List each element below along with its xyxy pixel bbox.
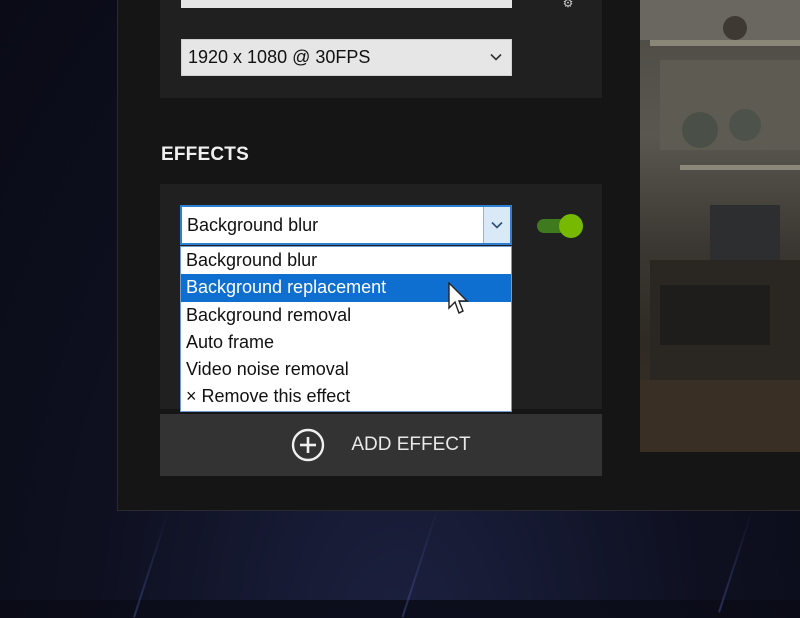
add-effect-label: ADD EFFECT (351, 434, 471, 455)
dropdown-option-background-blur[interactable]: Background blur (181, 247, 511, 274)
dropdown-button[interactable] (483, 207, 510, 243)
background-streak (401, 502, 441, 618)
dropdown-option-video-noise-removal[interactable]: Video noise removal (181, 356, 511, 383)
camera-preview (640, 0, 800, 452)
add-effect-button[interactable]: ADD EFFECT (160, 414, 602, 476)
effect-toggle[interactable] (537, 214, 585, 238)
toggle-knob (559, 214, 583, 238)
chevron-down-icon (490, 53, 502, 61)
dropdown-option-remove-effect[interactable]: × Remove this effect (181, 383, 511, 410)
effect-dropdown-list: Background blur Background replacement B… (180, 246, 512, 412)
background-streak (133, 512, 169, 618)
effects-heading: EFFECTS (161, 144, 249, 165)
camera-preview-image (640, 0, 800, 452)
resolution-value: 1920 x 1080 @ 30FPS (188, 47, 371, 67)
device-select[interactable] (181, 0, 512, 8)
dropdown-option-auto-frame[interactable]: Auto frame (181, 329, 511, 356)
gear-icon[interactable]: ⚙ (560, 0, 576, 9)
effect-select-value: Background blur (187, 214, 319, 235)
mouse-cursor-icon (448, 282, 469, 314)
resolution-select[interactable]: 1920 x 1080 @ 30FPS (181, 39, 512, 76)
plus-circle-icon (292, 428, 325, 462)
background-streak (718, 507, 754, 613)
chevron-down-icon (491, 221, 503, 229)
effect-select[interactable]: Background blur (180, 205, 512, 245)
